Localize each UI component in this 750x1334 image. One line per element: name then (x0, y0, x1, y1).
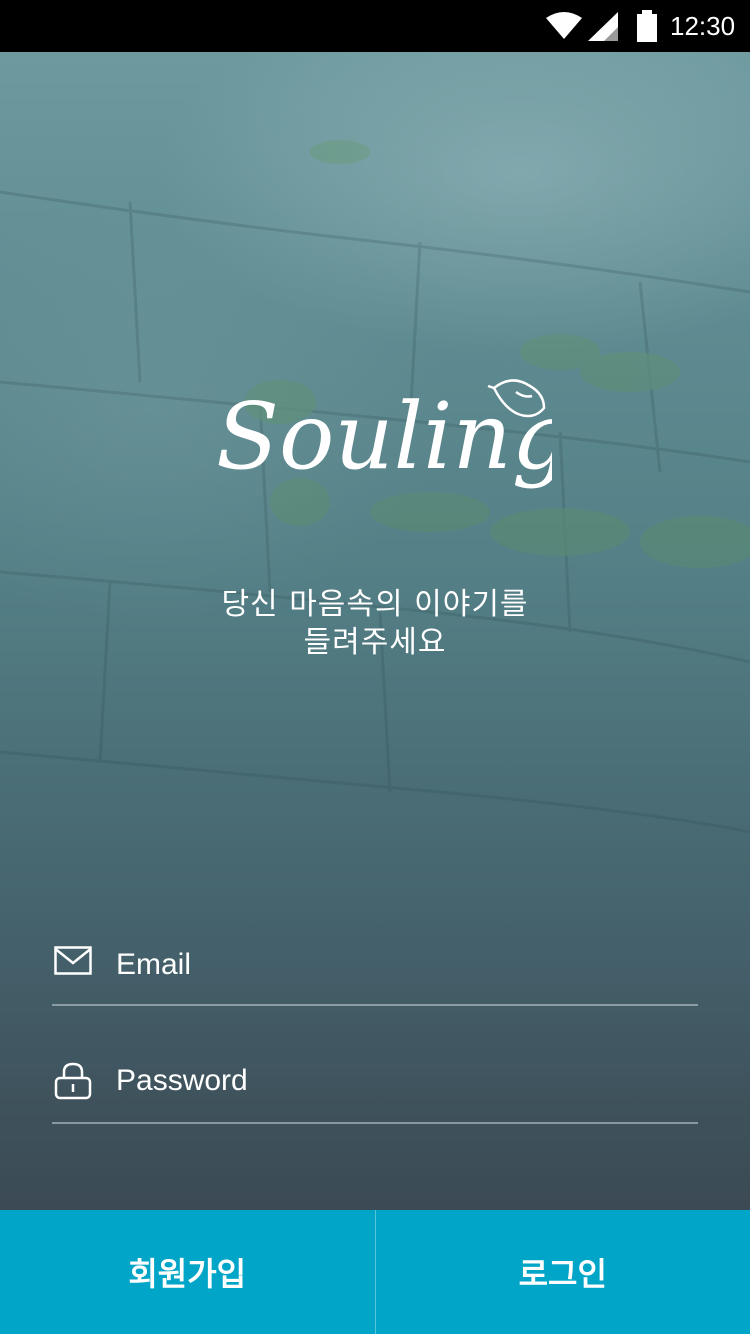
email-input[interactable] (116, 936, 686, 994)
souling-logo: Souling (216, 379, 552, 490)
lock-icon (54, 1062, 92, 1100)
battery-icon (637, 10, 657, 42)
envelope-icon (54, 946, 92, 975)
tagline-line-1: 당신 마음속의 이야기를 (221, 587, 529, 622)
wifi-icon (546, 12, 582, 39)
password-field[interactable] (52, 1052, 698, 1124)
status-bar: 12:30 (0, 0, 750, 52)
action-bar: 회원가입 로그인 (0, 1210, 750, 1334)
login-screen: 12:30 Souling 당신 마음속의 이야기를 들려주세요 Email 회… (0, 0, 750, 1334)
cell-signal-icon (588, 12, 618, 41)
login-button[interactable]: 로그인 (376, 1210, 750, 1334)
email-field[interactable] (52, 936, 698, 1006)
tagline: 당신 마음속의 이야기를 들려주세요 (0, 586, 750, 662)
signup-button[interactable]: 회원가입 (0, 1210, 375, 1334)
status-time: 12:30 (670, 11, 736, 41)
password-input[interactable] (116, 1052, 686, 1110)
tagline-line-2: 들려주세요 (303, 625, 447, 660)
